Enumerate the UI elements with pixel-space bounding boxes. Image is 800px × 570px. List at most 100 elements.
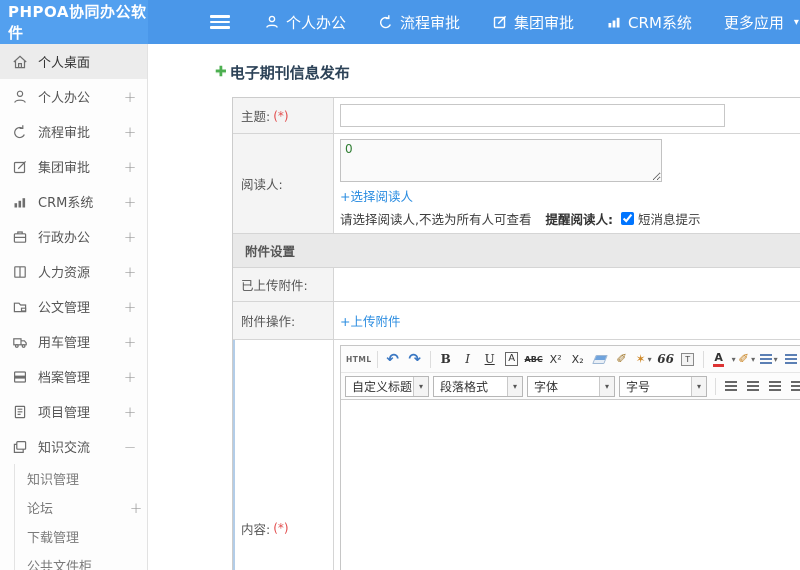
sidebar-item-archive-management[interactable]: 档案管理 + bbox=[0, 359, 147, 394]
superscript-button[interactable]: X² bbox=[546, 349, 566, 370]
sidebar-item-document-management[interactable]: 公文管理 + bbox=[0, 289, 147, 324]
expand-icon[interactable]: + bbox=[123, 158, 137, 176]
chevron-down-icon[interactable]: ▾ bbox=[794, 17, 799, 28]
plus-icon: ✚ bbox=[215, 64, 227, 80]
person-icon bbox=[12, 88, 29, 105]
page-title: ✚ 电子期刊信息发布 bbox=[215, 63, 350, 82]
publish-form: 主题: (*) 阅读人: 0 +选择阅读人 请选择阅读人,不选为所有人可查看 提… bbox=[232, 97, 800, 570]
sidebar-subitem-forum[interactable]: 论坛 + bbox=[15, 493, 147, 522]
blockquote-button[interactable]: 66 bbox=[656, 349, 676, 370]
document-icon bbox=[12, 403, 29, 420]
expand-icon[interactable]: + bbox=[123, 123, 137, 141]
sidebar-item-personal-desktop[interactable]: 个人桌面 bbox=[0, 44, 147, 79]
subscript-button[interactable]: X₂ bbox=[568, 349, 588, 370]
book-icon bbox=[12, 263, 29, 280]
readers-row: 阅读人: 0 +选择阅读人 请选择阅读人,不选为所有人可查看 提醒阅读人: 短消… bbox=[233, 134, 800, 234]
topnav-item-workflow-approval[interactable]: 流程审批 bbox=[378, 12, 460, 33]
toolbar-separator bbox=[702, 350, 704, 368]
sidebar-subitem-download-management[interactable]: 下载管理 bbox=[15, 522, 147, 551]
sidebar-item-knowledge-exchange[interactable]: 知识交流 − bbox=[0, 429, 147, 464]
top-bar: PHPOA协同办公软件 个人办公 流程审批 集团审批 CRM系统 更多应用 ▾ bbox=[0, 0, 800, 44]
font-size-select[interactable]: 字号 ▾ bbox=[619, 375, 707, 397]
sidebar-submenu-knowledge: 知识管理 论坛 + 下载管理 公共文件柜 bbox=[14, 464, 147, 570]
chevron-down-icon: ▾ bbox=[413, 376, 428, 396]
sidebar-subitem-public-file-cabinet[interactable]: 公共文件柜 bbox=[15, 551, 147, 570]
required-marker: (*) bbox=[273, 108, 289, 123]
readers-textarea[interactable]: 0 bbox=[340, 139, 662, 182]
topnav-item-personal-office[interactable]: 个人办公 bbox=[264, 12, 346, 33]
remind-readers-label: 提醒阅读人: bbox=[545, 212, 613, 227]
subject-input[interactable] bbox=[340, 104, 725, 127]
italic-button[interactable]: I bbox=[458, 349, 478, 370]
editor-content-area[interactable] bbox=[341, 400, 800, 570]
expand-icon[interactable]: + bbox=[123, 333, 137, 351]
topnav-item-group-approval[interactable]: 集团审批 bbox=[492, 12, 574, 33]
expand-icon[interactable]: + bbox=[123, 193, 137, 211]
topnav-item-more-apps[interactable]: 更多应用 bbox=[724, 12, 784, 33]
chevron-down-icon[interactable]: ▾ bbox=[732, 355, 736, 364]
sidebar-item-vehicle-management[interactable]: 用车管理 + bbox=[0, 324, 147, 359]
expand-icon[interactable]: + bbox=[123, 228, 137, 246]
uploaded-attachments-label: 已上传附件: bbox=[233, 268, 334, 301]
topnav-item-crm[interactable]: CRM系统 bbox=[606, 12, 692, 33]
highlight-color-icon[interactable]: ✐ ▾ bbox=[737, 349, 757, 370]
custom-heading-select[interactable]: 自定义标题 ▾ bbox=[345, 375, 429, 397]
expand-icon[interactable]: + bbox=[129, 499, 143, 517]
readers-label: 阅读人: bbox=[233, 134, 334, 233]
sms-remind-checkbox[interactable] bbox=[620, 212, 634, 225]
home-icon bbox=[12, 53, 29, 70]
format-brush-icon[interactable]: ✐ bbox=[612, 349, 632, 370]
magic-wand-icon[interactable]: ✶ ▾ bbox=[634, 349, 654, 370]
sidebar-item-workflow-approval[interactable]: 流程审批 + bbox=[0, 114, 147, 149]
sidebar-item-group-approval[interactable]: 集团审批 + bbox=[0, 149, 147, 184]
sidebar-subitem-knowledge-management[interactable]: 知识管理 bbox=[15, 464, 147, 493]
flow-icon bbox=[380, 15, 391, 29]
font-color-button[interactable]: A bbox=[709, 349, 729, 370]
strikethrough-button[interactable]: ABC bbox=[524, 349, 544, 370]
sidebar-item-human-resources[interactable]: 人力资源 + bbox=[0, 254, 147, 289]
underline-button[interactable]: U bbox=[480, 349, 500, 370]
toolbar-separator bbox=[429, 350, 431, 368]
edit-icon bbox=[12, 158, 29, 175]
select-readers-link[interactable]: +选择阅读人 bbox=[340, 186, 430, 205]
sidebar-item-project-management[interactable]: 项目管理 + bbox=[0, 394, 147, 429]
unordered-list-icon[interactable] bbox=[781, 349, 800, 370]
sidebar-item-crm[interactable]: CRM系统 + bbox=[0, 184, 147, 219]
font-style-button[interactable]: A bbox=[502, 349, 522, 370]
rich-text-editor: HTML ↶ ↷ B I U A ABC X² X₂ ✐ ✶ ▾ 66 T A … bbox=[340, 345, 800, 570]
upload-attachment-link[interactable]: +上传附件 bbox=[340, 311, 800, 330]
eraser-icon[interactable] bbox=[590, 349, 610, 370]
sidebar: 个人桌面 个人办公 + 流程审批 + 集团审批 + CRM系统 + 行政办公 + bbox=[0, 44, 148, 570]
expand-icon[interactable]: + bbox=[123, 88, 137, 106]
flow-icon bbox=[12, 123, 29, 140]
editor-toolbar-row1: HTML ↶ ↷ B I U A ABC X² X₂ ✐ ✶ ▾ 66 T A … bbox=[341, 346, 800, 373]
font-family-select[interactable]: 字体 ▾ bbox=[527, 375, 615, 397]
align-left-icon[interactable] bbox=[721, 376, 741, 397]
sidebar-item-admin-office[interactable]: 行政办公 + bbox=[0, 219, 147, 254]
bold-button[interactable]: B bbox=[436, 349, 456, 370]
editor-toolbar-row2: 自定义标题 ▾ 段落格式 ▾ 字体 ▾ 字号 ▾ bbox=[341, 373, 800, 400]
uploaded-attachments-row: 已上传附件: bbox=[233, 268, 800, 302]
sidebar-item-personal-office[interactable]: 个人办公 + bbox=[0, 79, 147, 114]
required-marker: (*) bbox=[273, 521, 289, 535]
expand-icon[interactable]: + bbox=[123, 298, 137, 316]
uploaded-attachments-value bbox=[334, 268, 800, 301]
edit-icon bbox=[493, 15, 507, 29]
ordered-list-icon[interactable]: ▾ bbox=[759, 349, 779, 370]
align-right-icon[interactable] bbox=[765, 376, 785, 397]
align-justify-icon[interactable] bbox=[787, 376, 800, 397]
folder-icon bbox=[12, 298, 29, 315]
source-code-button[interactable]: HTML bbox=[346, 349, 372, 370]
align-center-icon[interactable] bbox=[743, 376, 763, 397]
expand-icon[interactable]: + bbox=[123, 263, 137, 281]
chart-icon bbox=[608, 17, 620, 28]
paste-as-text-icon[interactable]: T bbox=[678, 349, 698, 370]
expand-icon[interactable]: + bbox=[123, 368, 137, 386]
collapse-icon[interactable]: − bbox=[123, 438, 137, 456]
hamburger-menu-icon[interactable] bbox=[210, 12, 230, 32]
redo-button[interactable]: ↷ bbox=[405, 349, 425, 370]
undo-button[interactable]: ↶ bbox=[383, 349, 403, 370]
paragraph-format-select[interactable]: 段落格式 ▾ bbox=[433, 375, 523, 397]
briefcase-icon bbox=[12, 228, 29, 245]
expand-icon[interactable]: + bbox=[123, 403, 137, 421]
